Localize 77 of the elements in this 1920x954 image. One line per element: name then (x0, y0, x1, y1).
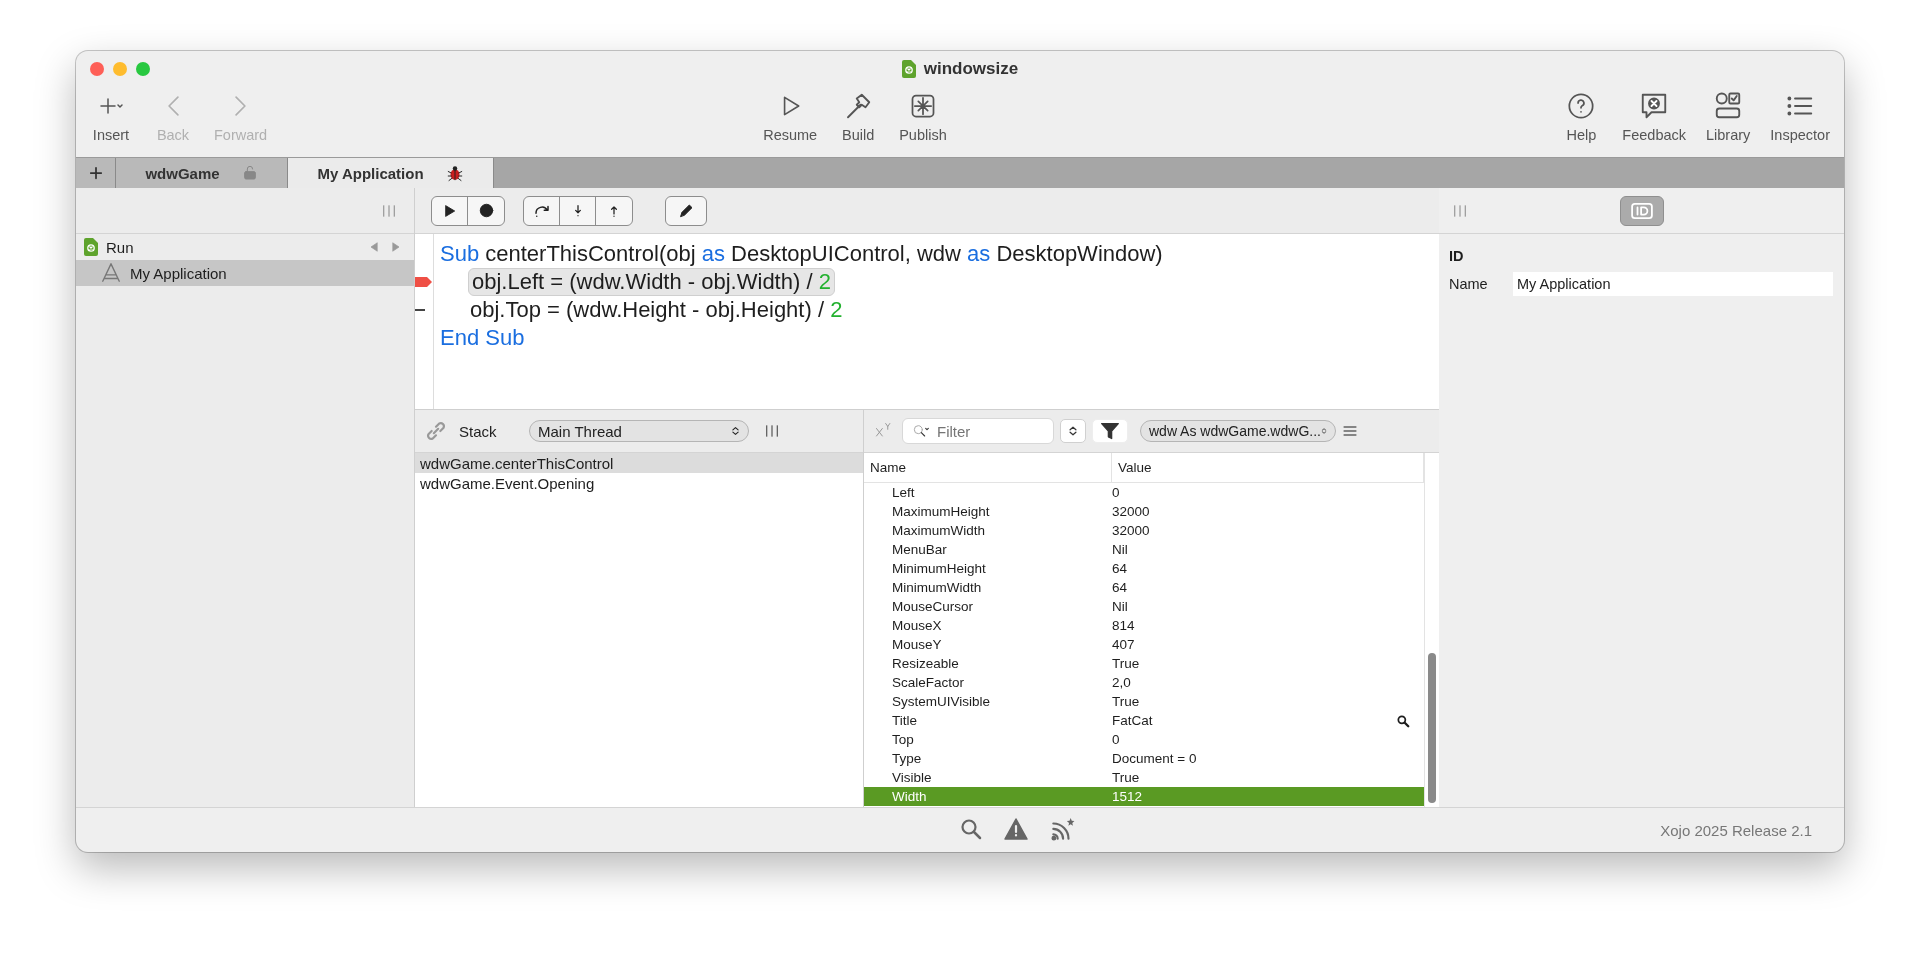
stepper-button[interactable] (1060, 419, 1086, 443)
tab[interactable]: wdwGame (116, 158, 288, 188)
variable-row[interactable]: MenuBar Nil (864, 540, 1424, 559)
section-title: ID (1448, 247, 1465, 266)
lock-icon (241, 165, 258, 181)
toolbar-button[interactable]: Build (829, 87, 888, 147)
name-field[interactable]: My Application (1513, 272, 1833, 296)
columns-icon (1453, 202, 1467, 219)
filter-field[interactable]: Filter (902, 418, 1054, 444)
plus-icon (88, 166, 103, 180)
toolbar-button[interactable]: Library (1698, 87, 1759, 147)
variable-row[interactable]: SystemUIVisible True (864, 692, 1424, 711)
thread-dropdown[interactable]: Main Thread (529, 420, 749, 442)
app-icon (100, 262, 122, 284)
column-header[interactable]: Name (864, 453, 1112, 482)
toolbar-button[interactable]: Feedback (1614, 87, 1694, 147)
variable-row[interactable]: Title FatCat (864, 711, 1424, 730)
search-icon (1396, 713, 1410, 728)
search-icon (959, 817, 983, 841)
toolbar-button[interactable]: Insert (82, 87, 140, 147)
stop-icon (478, 203, 494, 218)
play-icon (442, 203, 457, 218)
toolbar-button[interactable]: Publish (891, 87, 955, 147)
feed-icon (1049, 817, 1075, 843)
filter-button[interactable] (1092, 419, 1128, 443)
variable-row[interactable]: Visible True (864, 768, 1424, 787)
id-button[interactable] (1619, 195, 1664, 226)
toolbar-button[interactable]: Help (1552, 87, 1611, 147)
columns-icon (382, 202, 396, 219)
code-line: Sub centerThisControl(obj as DesktopUIControl, wdw as DesktopWindow) (439, 241, 1164, 267)
variable-row[interactable]: MouseCursor Nil (864, 597, 1424, 616)
help-icon (1567, 92, 1596, 120)
sidebar-item[interactable]: Run (76, 234, 414, 260)
warning-icon (1003, 817, 1029, 841)
version-label: Xojo 2025 Release 2.1 (1660, 821, 1812, 839)
variable-row[interactable]: ScaleFactor 2,0 (864, 673, 1424, 692)
triangle-right-icon (390, 241, 402, 253)
chevron-right-icon (235, 96, 247, 116)
document-icon (84, 238, 98, 256)
variable-row[interactable]: MinimumWidth 64 (864, 578, 1424, 597)
triangle-left-icon (368, 241, 380, 253)
funnel-icon (1100, 421, 1120, 441)
menu-icon (1342, 423, 1358, 439)
columns-icon (765, 423, 779, 439)
chevron-left-icon (167, 96, 179, 116)
stack-frame[interactable]: wdwGame.Event.Opening (415, 473, 863, 493)
code-line: End Sub (439, 325, 526, 351)
close-button[interactable] (90, 62, 104, 76)
variable-row[interactable]: MouseY 407 (864, 635, 1424, 654)
pencil-icon (678, 202, 694, 219)
variable-row[interactable]: Resizeable True (864, 654, 1424, 673)
add-tab-button[interactable] (76, 158, 116, 188)
toolbar-button[interactable]: Resume (755, 87, 826, 147)
variable-row[interactable]: Top 0 (864, 730, 1424, 749)
feed-button[interactable] (1049, 817, 1075, 843)
bug-icon (445, 164, 464, 182)
variable-row[interactable]: MaximumHeight 32000 (864, 502, 1424, 521)
variable-row[interactable]: Left 0 (864, 483, 1424, 502)
id-card-icon (1629, 201, 1654, 220)
field-label: Name (1449, 276, 1489, 292)
warning-button[interactable] (1003, 817, 1029, 843)
tab[interactable]: My Application (288, 158, 494, 188)
stack-frame[interactable]: wdwGame.centerThisControl (415, 453, 863, 473)
code-line: obj.Top = (wdw.Height - obj.Height) / 2 (469, 297, 844, 323)
variable-row[interactable]: MinimumHeight 64 (864, 559, 1424, 578)
variable-row[interactable]: MaximumWidth 32000 (864, 521, 1424, 540)
scope-dropdown[interactable]: wdw As wdwGame.wdwG... (1140, 420, 1336, 442)
scrollbar-thumb[interactable] (1428, 653, 1436, 803)
filter-input[interactable]: Filter (937, 422, 1027, 440)
window-title: windowsize (923, 59, 1019, 79)
sidebar-item[interactable]: My Application (76, 260, 414, 286)
variable-row[interactable]: MouseX 814 (864, 616, 1424, 635)
stack-title: Stack (459, 422, 498, 440)
document-icon (901, 60, 916, 78)
column-header[interactable]: Value (1112, 453, 1424, 482)
variable-row[interactable]: Type Document = 0 (864, 749, 1424, 768)
toolbar-button[interactable]: Inspector (1762, 87, 1838, 147)
